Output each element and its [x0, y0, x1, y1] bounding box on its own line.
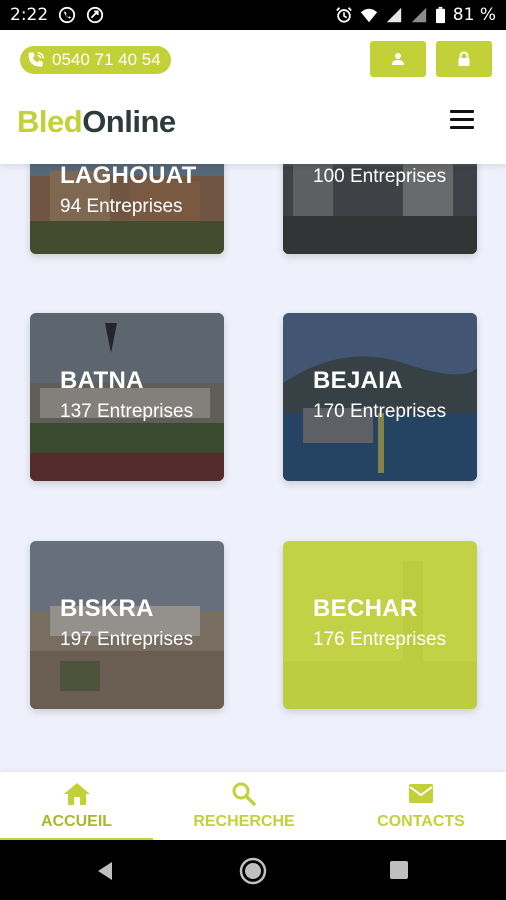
phone-call-icon — [28, 51, 45, 67]
lock-icon — [458, 51, 470, 66]
battery-level: 81 % — [452, 5, 496, 25]
phone-number: 0540 71 40 54 — [52, 50, 161, 69]
user-account-button[interactable] — [370, 41, 426, 77]
user-icon — [392, 53, 404, 65]
city-card-bejaia[interactable]: BEJAIA 170 Entreprises — [283, 313, 477, 481]
company-count: 170 Entreprises — [313, 401, 447, 422]
phone-button[interactable]: 0540 71 40 54 — [20, 46, 171, 74]
company-count: 176 Entreprises — [313, 629, 447, 650]
company-count: 137 Entreprises — [60, 401, 194, 422]
app-header: 0540 71 40 54 Bled Online — [0, 30, 506, 164]
city-card-bechar[interactable]: BECHAR 176 Entreprises — [283, 541, 477, 709]
status-time: 2:22 — [10, 5, 49, 25]
logo-text-bled: Bled — [17, 104, 83, 139]
city-name: LAGHOUAT — [60, 162, 197, 189]
status-bar: 2:22 81 % — [0, 0, 506, 30]
menu-icon[interactable] — [450, 110, 474, 130]
login-button[interactable] — [436, 41, 492, 77]
home-button-icon[interactable] — [238, 856, 268, 886]
whatsapp-icon — [59, 6, 76, 24]
city-name: BECHAR — [313, 595, 418, 622]
city-name: BATNA — [60, 367, 144, 394]
nav-label: RECHERCHE — [193, 813, 295, 830]
nav-contacts[interactable]: CONTACTS — [345, 772, 497, 840]
city-card-biskra[interactable]: BISKRA 197 Entreprises — [30, 541, 224, 709]
bledonline-logo[interactable]: Bled Online — [17, 104, 176, 140]
nav-accueil[interactable]: ACCUEIL — [0, 772, 153, 840]
battery-icon — [435, 6, 445, 24]
company-count: 197 Entreprises — [60, 629, 194, 650]
back-icon[interactable] — [94, 860, 116, 882]
company-count: 94 Entreprises — [60, 196, 183, 217]
home-icon — [63, 783, 90, 805]
city-name: BEJAIA — [313, 367, 403, 394]
mail-icon — [409, 784, 433, 803]
city-name: BISKRA — [60, 595, 154, 622]
active-tab-indicator — [0, 838, 153, 840]
logo-text-online: Online — [82, 104, 176, 139]
company-count: 100 Entreprises — [313, 166, 447, 187]
nav-label: CONTACTS — [377, 813, 465, 830]
wifi-icon — [360, 8, 377, 23]
data-saver-icon — [87, 6, 104, 24]
city-card-batna[interactable]: BATNA 137 Entreprises — [30, 313, 224, 481]
alarm-icon — [335, 7, 352, 23]
system-navigation-bar — [0, 840, 506, 900]
signal-icon-2 — [411, 7, 426, 23]
bottom-navigation: ACCUEIL RECHERCHE CONTACTS — [0, 772, 506, 840]
nav-label: ACCUEIL — [40, 813, 113, 830]
search-icon — [232, 782, 256, 806]
recents-icon[interactable] — [389, 860, 409, 880]
nav-recherche[interactable]: RECHERCHE — [170, 772, 318, 840]
signal-icon — [386, 7, 401, 23]
